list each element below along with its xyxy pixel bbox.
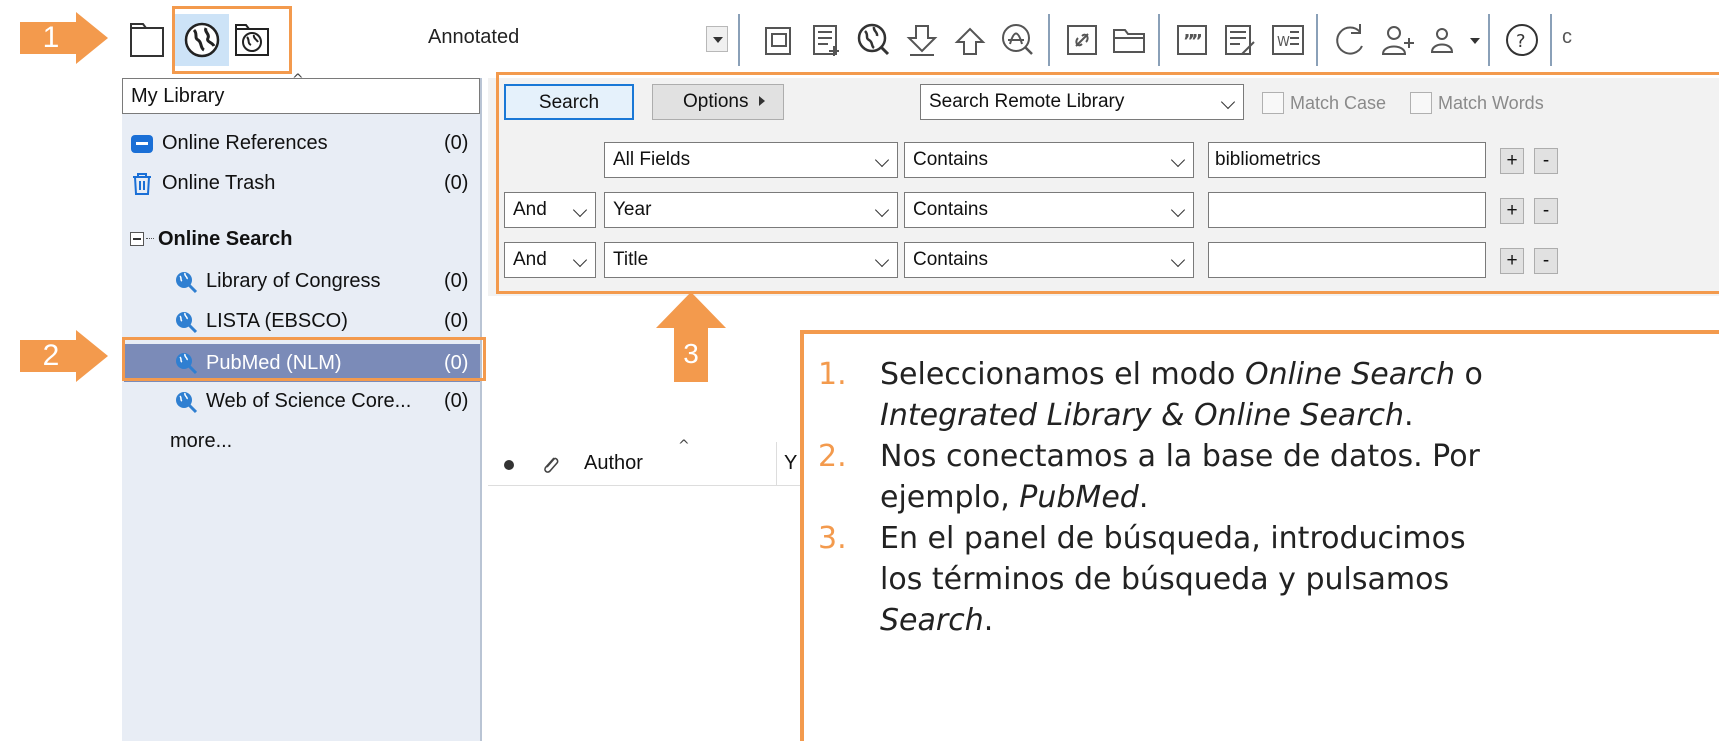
insert-citation-icon[interactable]: ”” [1172,20,1212,60]
attachment-paperclip-icon [540,452,560,480]
trash-icon [130,172,154,196]
online-trash-count: (0) [444,172,469,194]
instruction-emphasis: PubMed [1019,480,1139,515]
step-3-arrow: 3 [656,292,726,382]
pubmed-highlight-box [122,337,486,381]
connection-count: (0) [444,310,469,332]
step-1-arrow: 1 [20,12,108,64]
search-globe-icon [174,310,198,334]
help-icon[interactable]: ? [1502,20,1542,60]
connection-label: Web of Science Core... [206,390,412,412]
format-paper-icon[interactable] [1220,20,1260,60]
svg-text:”: ” [1191,31,1203,52]
search-globe-icon [174,390,198,414]
svg-text:W: W [1277,35,1290,50]
instruction-number: 3. [818,521,847,556]
sidebar-item-online-references[interactable]: Online References (0) [162,124,468,162]
instruction-1: 1. Seleccionamos el modo Online Search o I… [818,354,1719,436]
local-library-mode-icon[interactable] [128,20,168,60]
instruction-number: 2. [818,439,847,474]
sidebar-item-online-trash[interactable]: Online Trash (0) [162,164,468,202]
connection-library-of-congress[interactable]: Library of Congress (0) [206,262,468,300]
instruction-text: o [1454,357,1483,392]
instruction-emphasis: Search [880,603,984,638]
online-references-count: (0) [444,132,469,154]
toolbar-separator [1488,14,1490,66]
online-references-icon [130,132,154,156]
instruction-text: Seleccionamos el modo [880,357,1245,392]
step-1-number: 1 [42,21,60,54]
search-globe-icon [174,270,198,294]
sort-caret-icon: ^ [292,72,304,88]
instructions-callout: 1. Seleccionamos el modo Online Search o I… [800,330,1719,741]
manage-users-icon[interactable] [1424,20,1464,60]
instruction-number: 1. [818,357,847,392]
pane-divider[interactable] [480,78,482,741]
open-link-icon[interactable] [1062,20,1102,60]
library-pane: My Library ^ Online References (0) Onlin… [122,72,482,741]
style-label: Annotated [428,26,520,48]
instruction-text: Nos conectamos a la base de datos. Por [880,439,1480,474]
online-trash-label: Online Trash [162,172,276,194]
year-column-header[interactable]: Y [784,452,797,475]
new-reference-icon[interactable] [806,20,846,60]
toolbar-separator [1550,14,1552,66]
tree-connector [146,238,154,239]
return-to-word-icon[interactable]: W [1268,20,1308,60]
find-full-text-icon[interactable] [998,20,1038,60]
author-column-header[interactable]: Author [584,452,643,475]
import-icon[interactable] [902,20,942,60]
style-dropdown[interactable] [706,26,728,52]
sync-icon[interactable] [1330,20,1370,60]
search-panel-highlight-box [496,72,1719,294]
connection-label: LISTA (EBSCO) [206,310,348,332]
instruction-text: En el panel de búsqueda, introducimos [880,521,1466,556]
mode-highlight-box [172,6,292,74]
main-toolbar: Annotated ”” W ? c [118,0,1719,78]
share-group-icon[interactable] [1378,20,1418,60]
instruction-3: 3. En el panel de búsqueda, introducimos l… [818,518,1719,641]
instruction-text: . [1138,480,1149,515]
instruction-2: 2. Nos conectamos a la base de datos. Por… [818,436,1719,518]
instruction-text: ejemplo, [880,480,1020,515]
sort-caret-icon: ^ [678,438,690,454]
toolbar-separator [1316,14,1318,66]
more-connections-link[interactable]: more... [170,422,232,460]
connection-web-of-science[interactable]: Web of Science Core... (0) [206,382,468,420]
toolbar-separator [738,14,740,66]
users-dropdown-chevron[interactable] [1464,28,1480,50]
step-2-arrow: 2 [20,330,108,382]
online-search-globe-icon[interactable] [854,20,894,60]
instruction-emphasis: Online Search [1244,357,1455,392]
column-divider[interactable] [776,442,777,486]
connection-count: (0) [444,270,469,292]
connection-label: Library of Congress [206,270,381,292]
connection-lista-ebsco[interactable]: LISTA (EBSCO) (0) [206,302,468,340]
online-references-label: Online References [162,132,328,154]
export-icon[interactable] [950,20,990,60]
copy-formatted-icon[interactable] [758,20,798,60]
toolbar-separator [1048,14,1050,66]
open-file-folder-icon[interactable] [1110,20,1150,60]
read-status-dot-icon [504,460,514,470]
step-2-number: 2 [42,339,60,372]
quick-search-truncated: c [1562,26,1572,48]
instruction-emphasis: Integrated Library & Online Search [880,398,1405,433]
instruction-text: . [1404,398,1414,433]
step-3-number: 3 [683,338,699,369]
collapse-toggle-icon[interactable] [130,232,144,246]
connection-count: (0) [444,390,469,412]
svg-text:?: ? [1516,31,1526,52]
instruction-text: los términos de búsqueda y pulsamos [880,562,1450,597]
toolbar-separator [1158,14,1160,66]
instructions-list: 1. Seleccionamos el modo Online Search o I… [818,354,1719,641]
instruction-text: . [983,603,994,638]
online-search-group[interactable]: Online Search [158,220,293,258]
